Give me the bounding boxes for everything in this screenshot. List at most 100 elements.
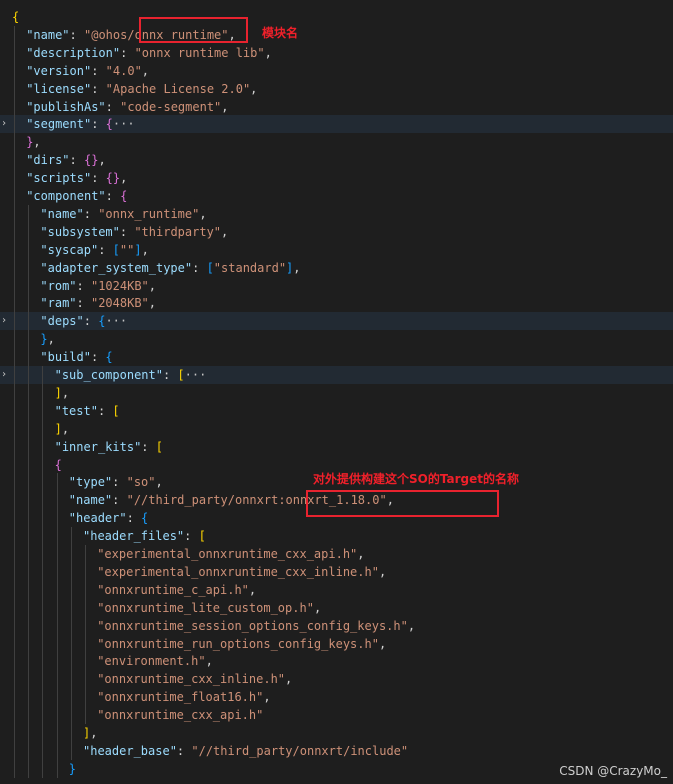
code-line[interactable]: "build": { bbox=[0, 348, 673, 367]
code-line[interactable]: "inner_kits": [ bbox=[0, 437, 673, 456]
code-token: , bbox=[407, 618, 416, 633]
code-line[interactable]: "onnxruntime_cxx_inline.h", bbox=[0, 670, 673, 689]
code-token: : bbox=[83, 206, 99, 221]
indent-guide bbox=[14, 258, 15, 277]
code-token: , bbox=[199, 206, 207, 221]
code-line[interactable]: "version": "4.0", bbox=[0, 61, 673, 80]
indent-guide bbox=[70, 527, 72, 546]
indent-guide bbox=[28, 759, 30, 778]
indent-guide bbox=[14, 688, 15, 707]
code-token: "name" bbox=[68, 493, 113, 508]
code-line[interactable]: "name": "onnx_runtime", bbox=[0, 204, 673, 223]
code-line[interactable]: "scripts": {}, bbox=[0, 169, 673, 188]
code-line[interactable]: "onnxruntime_lite_custom_op.h", bbox=[0, 598, 673, 617]
code-token: "scripts" bbox=[26, 171, 92, 186]
indent-guide bbox=[70, 670, 72, 689]
code-token: { bbox=[12, 10, 20, 24]
indent-guide bbox=[42, 706, 44, 725]
code-text: "experimental_onnxruntime_cxx_inline.h", bbox=[97, 563, 386, 581]
code-line[interactable]: "onnxruntime_float16.h", bbox=[0, 688, 673, 707]
code-token: { bbox=[141, 511, 149, 526]
code-line[interactable]: "onnxruntime_c_api.h", bbox=[0, 580, 673, 599]
code-token: {} bbox=[105, 171, 121, 186]
code-line[interactable]: { bbox=[0, 8, 673, 26]
indent-guide bbox=[85, 616, 86, 635]
code-line[interactable]: }, bbox=[0, 330, 673, 349]
code-token: ] bbox=[134, 242, 142, 257]
code-token: "publishAs" bbox=[26, 99, 106, 114]
code-line[interactable]: "name": "@ohos/onnx_runtime", bbox=[0, 25, 673, 44]
code-token: "//third_party/onnxrt/include" bbox=[191, 743, 409, 758]
code-token: "standard" bbox=[213, 260, 287, 275]
code-text: "ram": "2048KB", bbox=[40, 294, 156, 312]
indent-guide bbox=[28, 527, 30, 546]
indent-guide bbox=[70, 706, 72, 725]
code-token: "so" bbox=[126, 475, 156, 490]
code-text: "build": { bbox=[40, 348, 112, 366]
code-token: "name" bbox=[40, 206, 84, 221]
code-text: ], bbox=[83, 724, 97, 742]
indent-guide bbox=[56, 545, 58, 563]
code-line[interactable]: "experimental_onnxruntime_cxx_inline.h", bbox=[0, 562, 673, 581]
indent-guide bbox=[56, 491, 58, 510]
folded-code-line[interactable]: › "segment": {··· bbox=[0, 115, 673, 134]
code-line[interactable]: "license": "Apache License 2.0", bbox=[0, 79, 673, 98]
code-text: "onnxruntime_cxx_inline.h", bbox=[97, 670, 292, 688]
code-line[interactable]: "rom": "1024KB", bbox=[0, 276, 673, 295]
indent-guide bbox=[14, 187, 15, 205]
code-line[interactable]: "component": { bbox=[0, 187, 673, 205]
code-token: "onnxruntime_c_api.h" bbox=[97, 582, 249, 597]
code-line[interactable]: "description": "onnx runtime lib", bbox=[0, 43, 673, 62]
code-token: "2048KB" bbox=[90, 296, 149, 311]
code-line[interactable]: "dirs": {}, bbox=[0, 151, 673, 170]
code-line[interactable]: "experimental_onnxruntime_cxx_api.h", bbox=[0, 545, 673, 563]
indent-guide bbox=[28, 562, 30, 581]
code-token: , bbox=[61, 385, 70, 400]
code-text: "dirs": {}, bbox=[26, 151, 106, 169]
indent-guide bbox=[85, 688, 86, 707]
indent-guide bbox=[14, 545, 15, 563]
indent-guide bbox=[42, 759, 44, 778]
code-token: "version" bbox=[26, 63, 92, 78]
indent-guide bbox=[14, 491, 15, 510]
code-line[interactable]: "test": [ bbox=[0, 401, 673, 420]
code-line[interactable]: ], bbox=[0, 383, 673, 402]
indent-guide bbox=[28, 670, 30, 689]
code-line[interactable]: "header_base": "//third_party/onnxrt/inc… bbox=[0, 741, 673, 760]
folded-code-line[interactable]: › "sub_component": [··· bbox=[0, 366, 673, 384]
indent-guide bbox=[14, 670, 15, 689]
code-text: "onnxruntime_run_options_config_keys.h", bbox=[97, 635, 386, 653]
indent-guide bbox=[56, 652, 58, 671]
code-line[interactable]: "onnxruntime_cxx_api.h" bbox=[0, 706, 673, 725]
target-name-annotation: 对外提供构建这个SO的Target的名称 bbox=[313, 472, 519, 486]
folded-code-line[interactable]: › "deps": {··· bbox=[0, 312, 673, 331]
indent-guide bbox=[42, 437, 44, 456]
code-line[interactable]: "header_files": [ bbox=[0, 527, 673, 546]
indent-guide bbox=[14, 222, 15, 241]
code-token: , bbox=[263, 690, 271, 705]
code-text: "scripts": {}, bbox=[26, 169, 127, 187]
module-name-annotation: 模块名 bbox=[262, 26, 299, 40]
code-line[interactable]: }, bbox=[0, 133, 673, 152]
code-line[interactable]: "publishAs": "code-segment", bbox=[0, 97, 673, 116]
indent-guide bbox=[85, 706, 86, 725]
code-line[interactable]: "ram": "2048KB", bbox=[0, 294, 673, 313]
code-editor[interactable]: {"name": "@ohos/onnx_runtime", "descripti… bbox=[0, 0, 673, 784]
code-line[interactable]: ], bbox=[0, 724, 673, 742]
fold-chevron-icon[interactable]: › bbox=[0, 115, 8, 133]
fold-chevron-icon[interactable]: › bbox=[0, 312, 8, 330]
indent-guide bbox=[14, 348, 15, 367]
code-line[interactable]: "subsystem": "thirdparty", bbox=[0, 222, 673, 241]
code-line[interactable]: "adapter_system_type": ["standard"], bbox=[0, 258, 673, 277]
code-line[interactable]: "syscap": [""], bbox=[0, 240, 673, 259]
code-line[interactable]: "onnxruntime_run_options_config_keys.h", bbox=[0, 634, 673, 653]
fold-chevron-icon[interactable]: › bbox=[0, 366, 8, 384]
code-text: { bbox=[12, 8, 19, 26]
code-line[interactable]: ], bbox=[0, 419, 673, 438]
code-token: : bbox=[162, 368, 178, 382]
indent-guide bbox=[28, 240, 30, 259]
code-line[interactable]: "onnxruntime_session_options_config_keys… bbox=[0, 616, 673, 635]
indent-guide bbox=[56, 616, 58, 635]
indent-guide bbox=[14, 43, 15, 62]
code-line[interactable]: "environment.h", bbox=[0, 652, 673, 671]
